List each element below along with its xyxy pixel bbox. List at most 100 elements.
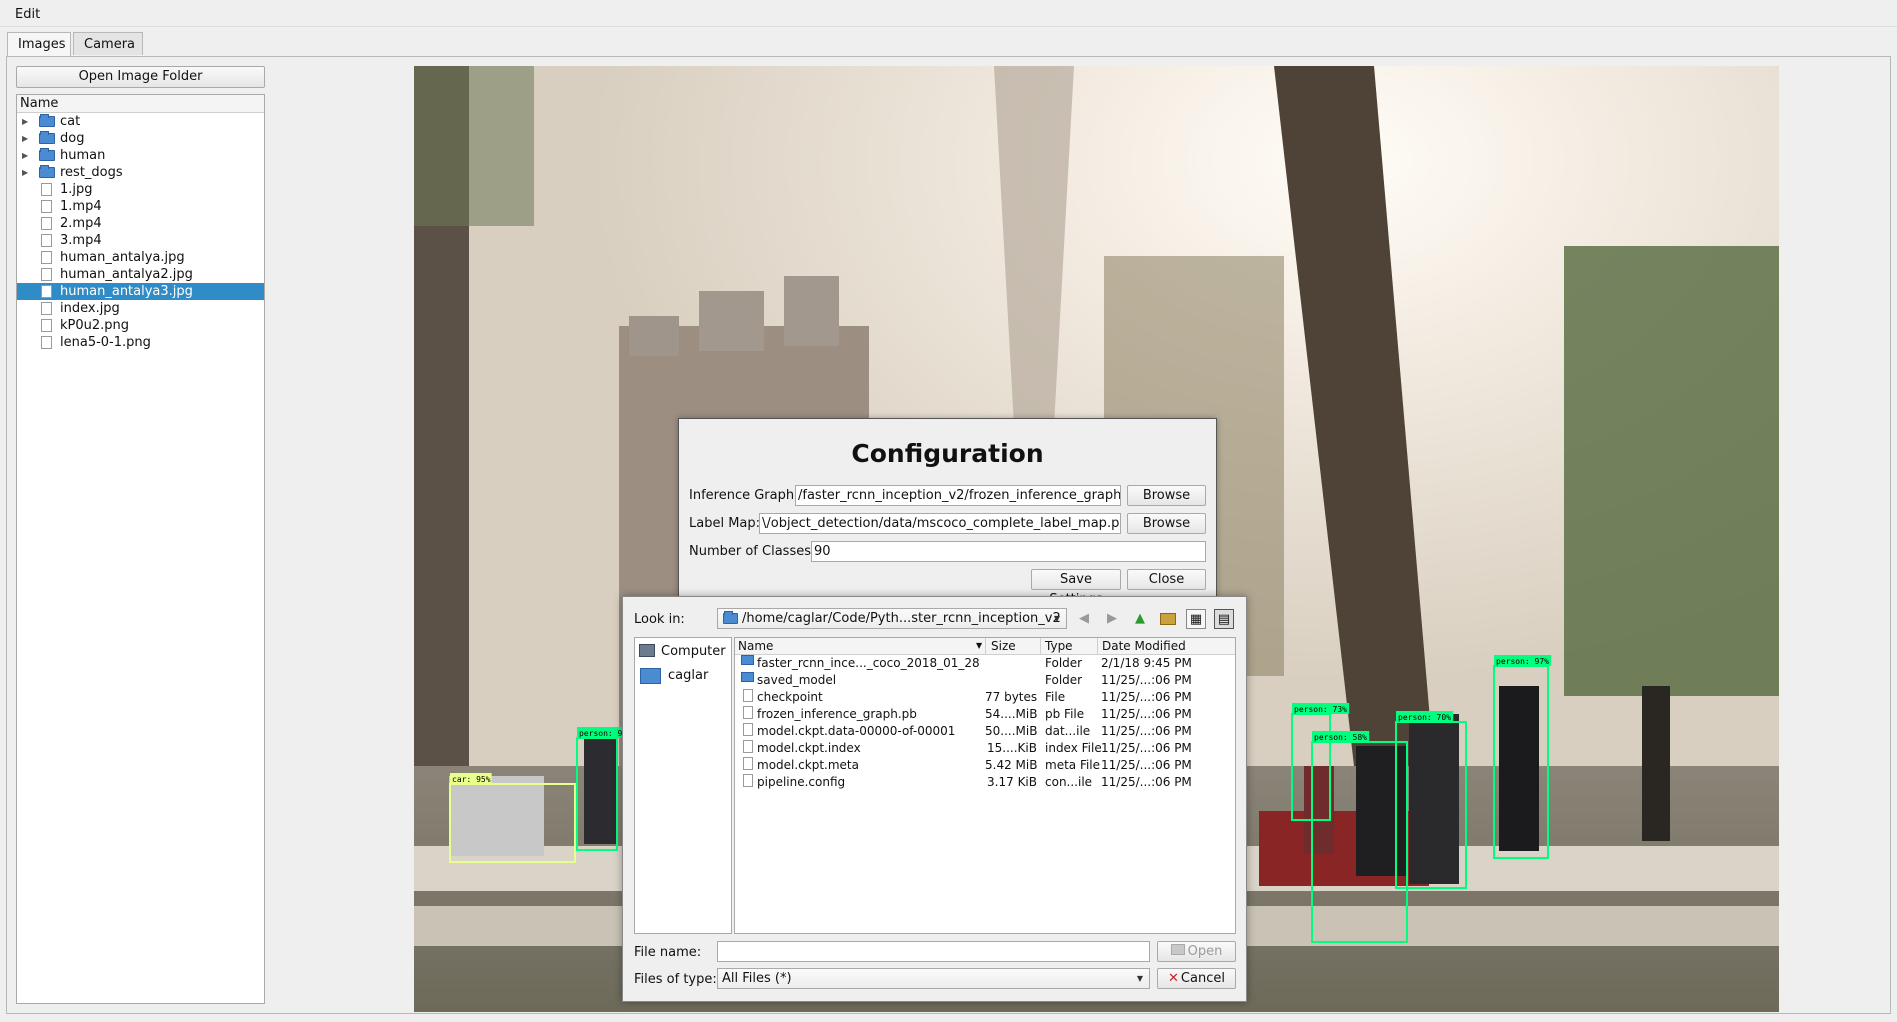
tree-item-label: human_antalya2.jpg: [60, 267, 193, 282]
places-sidebar: Computer caglar: [634, 637, 732, 934]
file-date-cell: 11/25/...:06 PM: [1101, 758, 1192, 772]
file-list-row[interactable]: saved_model Folder 11/25/...:06 PM: [735, 672, 1235, 689]
tree-item-label: human_antalya.jpg: [60, 250, 185, 265]
cancel-button[interactable]: ✕ Cancel: [1157, 968, 1236, 989]
forward-icon[interactable]: ▶: [1102, 609, 1122, 629]
folder-icon: [741, 672, 754, 682]
inference-graph-label: Inference Graph:: [689, 488, 799, 503]
look-in-combo[interactable]: /home/caglar/Code/Pyth...ster_rcnn_incep…: [717, 608, 1067, 629]
label-map-label: Label Map:: [689, 516, 761, 531]
tree-item[interactable]: 1.mp4: [17, 198, 264, 215]
cancel-x-icon: ✕: [1168, 971, 1179, 986]
tree-item[interactable]: 3.mp4: [17, 232, 264, 249]
file-name-input[interactable]: [717, 941, 1150, 962]
tree-item[interactable]: kP0u2.png: [17, 317, 264, 334]
parent-directory-icon[interactable]: ▲: [1130, 609, 1150, 629]
tree-item[interactable]: human_antalya.jpg: [17, 249, 264, 266]
tab-camera[interactable]: Camera: [73, 32, 143, 55]
browse-label-map-button[interactable]: Browse: [1127, 513, 1206, 534]
file-list-row[interactable]: model.ckpt.index 15....KiB index File 11/25…: [735, 740, 1235, 757]
file-icon: [743, 740, 753, 753]
number-of-classes-label: Number of Classes:: [689, 544, 816, 559]
file-date-cell: 11/25/...:06 PM: [1101, 741, 1192, 755]
file-list-row[interactable]: frozen_inference_graph.pb 54....MiB pb Fil…: [735, 706, 1235, 723]
place-computer-label: Computer: [661, 644, 726, 659]
file-list-row[interactable]: model.ckpt.data-00000-of-00001 50....MiB d…: [735, 723, 1235, 740]
file-list-row[interactable]: model.ckpt.meta 5.42 MiB meta File 11/25/..…: [735, 757, 1235, 774]
browse-inference-button[interactable]: Browse: [1127, 485, 1206, 506]
label-map-field[interactable]: \/object_detection/data/mscoco_complete_…: [759, 513, 1121, 534]
tree-item-label: lena5-0-1.png: [60, 335, 151, 350]
file-list-row[interactable]: faster_rcnn_ince..._coco_2018_01_28 Folde…: [735, 655, 1235, 672]
file-icon: [41, 251, 52, 264]
tree-item[interactable]: ▶ human: [17, 147, 264, 164]
file-type-cell: index File: [1045, 741, 1102, 755]
file-icon: [41, 183, 52, 196]
back-icon[interactable]: ◀: [1074, 609, 1094, 629]
file-icon: [743, 757, 753, 770]
tree-item[interactable]: index.jpg: [17, 300, 264, 317]
column-date-modified[interactable]: Date Modified: [1102, 638, 1186, 654]
menu-edit[interactable]: Edit: [15, 7, 40, 22]
file-name-cell: faster_rcnn_ince..._coco_2018_01_28: [757, 656, 980, 670]
place-caglar-label: caglar: [668, 668, 709, 683]
tree-item[interactable]: human_antalya3.jpg: [17, 283, 264, 300]
home-folder-icon: [640, 668, 661, 684]
file-tree[interactable]: Name ▶ cat ▶ dog ▶ human ▶ rest_dogs 1.jpg 1.mp4 2…: [16, 94, 265, 1004]
file-icon: [41, 217, 52, 230]
tree-item[interactable]: 1.jpg: [17, 181, 264, 198]
tab-images[interactable]: Images: [7, 32, 71, 57]
file-list-header: Name ▼ Size Type Date Modified: [735, 638, 1235, 655]
file-size-cell: 3.17 KiB: [987, 775, 1037, 789]
save-settings-button[interactable]: Save Settings: [1031, 569, 1121, 607]
file-date-cell: 11/25/...:06 PM: [1101, 673, 1192, 687]
file-date-cell: 11/25/...:06 PM: [1101, 690, 1192, 704]
file-size-cell: 15....KiB: [987, 741, 1037, 755]
file-date-cell: 11/25/...:06 PM: [1101, 707, 1192, 721]
open-button[interactable]: Open: [1157, 941, 1236, 962]
column-name[interactable]: Name: [738, 638, 773, 654]
sort-indicator-icon: ▼: [976, 641, 983, 650]
tree-item-label: cat: [60, 114, 81, 129]
list-view-icon[interactable]: ▦: [1186, 609, 1206, 629]
number-of-classes-field[interactable]: 90: [811, 541, 1206, 562]
file-icon: [743, 774, 753, 787]
detection-label: person: 58%: [1314, 733, 1367, 742]
file-type-cell: con...ile: [1045, 775, 1093, 789]
tree-item-label: 1.jpg: [60, 182, 93, 197]
tree-item[interactable]: ▶ rest_dogs: [17, 164, 264, 181]
new-folder-icon[interactable]: [1158, 609, 1178, 629]
tree-item[interactable]: lena5-0-1.png: [17, 334, 264, 351]
folder-icon: [741, 655, 754, 665]
column-type[interactable]: Type: [1045, 638, 1073, 654]
tree-item[interactable]: 2.mp4: [17, 215, 264, 232]
inference-graph-field[interactable]: /faster_rcnn_inception_v2/frozen_inferen…: [795, 485, 1121, 506]
expand-arrow-icon[interactable]: ▶: [22, 164, 28, 181]
file-date-cell: 11/25/...:06 PM: [1101, 775, 1192, 789]
tree-header-name[interactable]: Name: [17, 95, 264, 113]
tree-item[interactable]: human_antalya2.jpg: [17, 266, 264, 283]
detail-view-icon[interactable]: ▤: [1214, 609, 1234, 629]
tree-item[interactable]: ▶ cat: [17, 113, 264, 130]
open-image-folder-button[interactable]: Open Image Folder: [16, 66, 265, 88]
tree-item-label: 2.mp4: [60, 216, 102, 231]
expand-arrow-icon[interactable]: ▶: [22, 113, 28, 130]
tree-item-label: index.jpg: [60, 301, 120, 316]
file-list[interactable]: Name ▼ Size Type Date Modified faster_rc…: [734, 637, 1236, 934]
folder-icon: [39, 165, 55, 178]
file-list-row[interactable]: checkpoint 77 bytes File 11/25/...:06 PM: [735, 689, 1235, 706]
computer-icon: [639, 644, 655, 657]
place-computer[interactable]: Computer: [635, 638, 731, 664]
file-list-row[interactable]: pipeline.config 3.17 KiB con...ile 11/25/..…: [735, 774, 1235, 791]
column-size[interactable]: Size: [991, 638, 1016, 654]
tree-item[interactable]: ▶ dog: [17, 130, 264, 147]
close-button[interactable]: Close: [1127, 569, 1206, 590]
file-type-cell: pb File: [1045, 707, 1085, 721]
expand-arrow-icon[interactable]: ▶: [22, 130, 28, 147]
files-of-type-value: All Files (*): [722, 971, 792, 986]
file-icon: [41, 234, 52, 247]
place-caglar[interactable]: caglar: [635, 664, 731, 690]
folder-icon: [723, 611, 738, 624]
expand-arrow-icon[interactable]: ▶: [22, 147, 28, 164]
files-of-type-combo[interactable]: All Files (*) ▼: [717, 968, 1150, 989]
